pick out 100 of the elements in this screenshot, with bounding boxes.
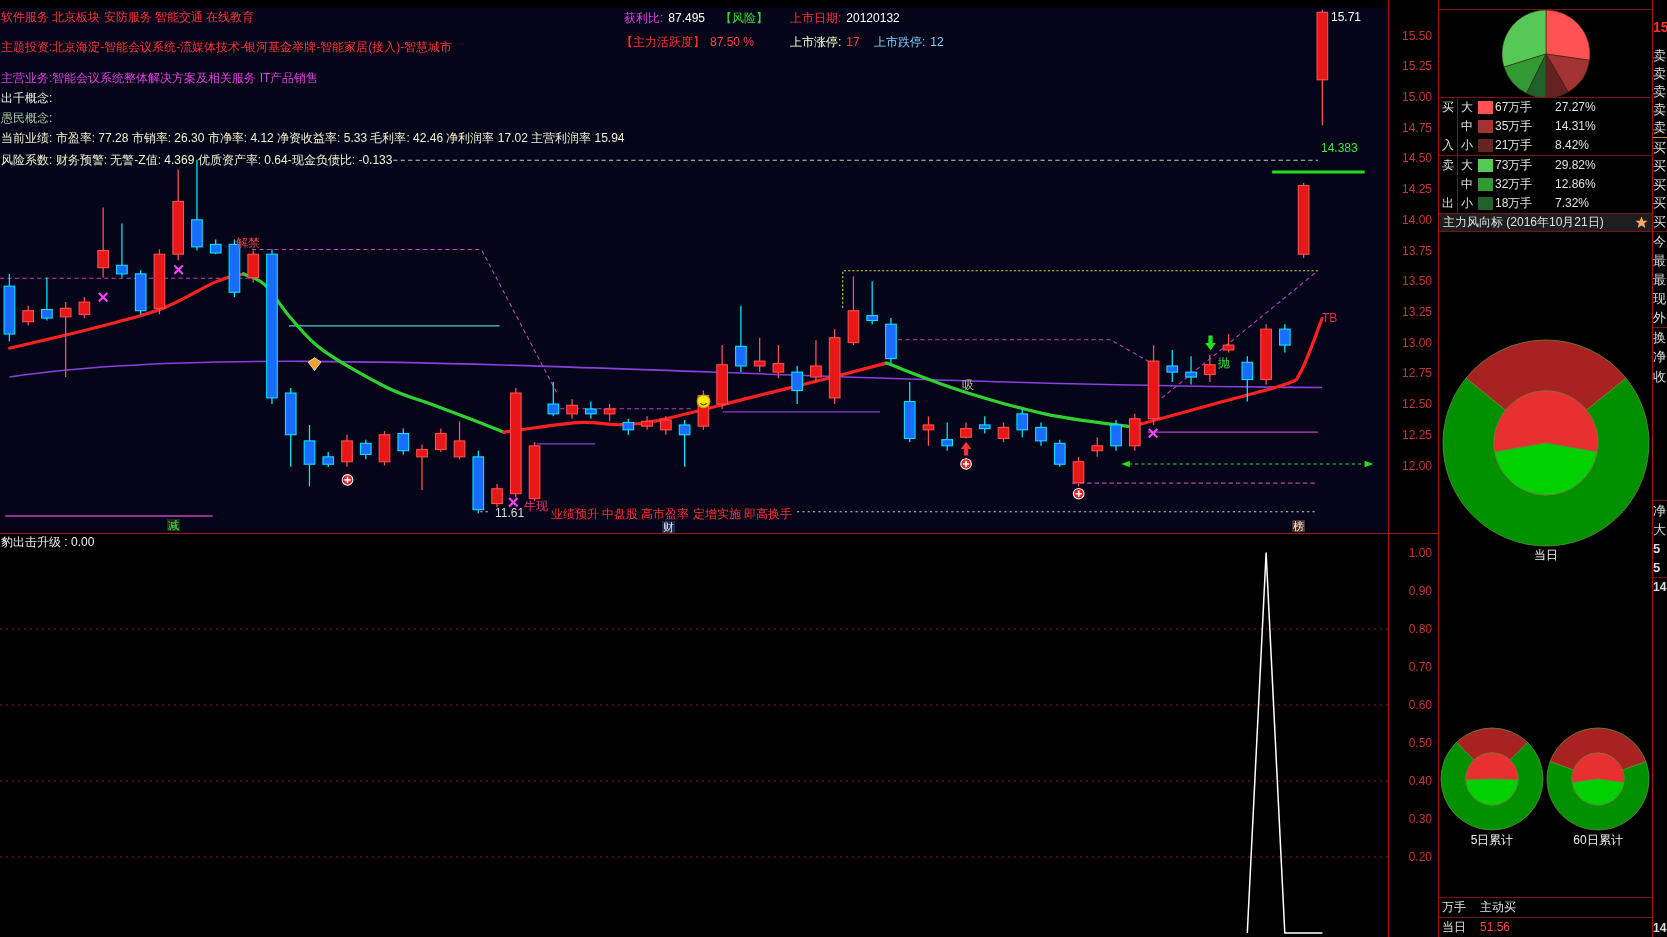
candlestick (960, 421, 972, 440)
percent-text: 14.31% (1555, 119, 1596, 134)
info-text: 愚民概念: (1, 111, 53, 126)
chart-label: 14.383 (1321, 141, 1358, 155)
candlestick (1053, 439, 1066, 468)
smiley-icon (696, 394, 711, 409)
size-label: 中 (1461, 119, 1473, 134)
chart-label: 11.61 (495, 506, 525, 520)
candlestick (622, 418, 635, 436)
axis-label: 13.25 (1401, 304, 1432, 319)
candlestick (1222, 333, 1235, 354)
diamond-icon (307, 357, 322, 371)
candlestick (1128, 413, 1141, 452)
candlestick (491, 483, 503, 508)
edge-label: 买 (1653, 195, 1666, 211)
chart-label: 业绩预升 中盘股 高市盈率 定增实施 即高换手 (551, 509, 792, 520)
candlestick (791, 365, 803, 405)
axis-label: 0.80 (1408, 622, 1432, 636)
candlestick (341, 434, 353, 468)
info-text: 主营业务:智能会议系统整体解决方案及相关服务 IT产品销售 (1, 71, 319, 86)
stat-label: 上市跌停: (874, 35, 926, 50)
amount-text: 73万手 (1495, 158, 1533, 173)
side-label: 入 (1442, 137, 1454, 154)
inner-pie-slice (1465, 778, 1519, 806)
candlestick (528, 441, 541, 502)
plus-circle-icon (960, 458, 972, 470)
percent-text: 12.86% (1555, 177, 1596, 192)
axis-label: 15.00 (1401, 90, 1432, 104)
chart-label: TB (1322, 311, 1338, 325)
candlestick (416, 443, 428, 491)
level-line (536, 443, 596, 445)
chart-label: 吸 (962, 378, 974, 392)
edge-label: 外 (1653, 309, 1666, 325)
chart-label: 解禁 (236, 236, 260, 250)
up-arrow-icon (960, 441, 972, 456)
candlestick (1260, 323, 1272, 386)
edge-label: 买 (1653, 158, 1666, 174)
edge-label: 5 (1653, 560, 1661, 575)
cross-mark-icon (97, 292, 109, 303)
down-arrow-icon (1205, 335, 1216, 351)
stat-label: 获利比: (624, 11, 664, 26)
table-text: 当日 (1442, 920, 1466, 935)
candlestick (978, 415, 991, 435)
info-text: 出千概念: (1, 91, 53, 106)
edge-label: 卖 (1653, 101, 1666, 117)
stat-label: 【风险】 (720, 11, 768, 26)
stat-label: 上市日期: (790, 11, 842, 26)
table-text: 51.56 (1480, 920, 1511, 935)
stat-value: 17 (846, 35, 860, 50)
candlestick (378, 430, 391, 467)
candlestick (303, 424, 316, 487)
axis-label: 12.00 (1401, 458, 1432, 473)
amount-text: 32万手 (1495, 177, 1533, 192)
edge-label: 买 (1653, 176, 1666, 192)
axis-label: 15.50 (1401, 28, 1432, 43)
candlestick (22, 305, 34, 327)
stat-value: 12 (930, 35, 944, 50)
candlestick (1035, 421, 1047, 447)
edge-label: 卖 (1653, 119, 1666, 135)
candlestick (885, 317, 897, 365)
candlestick (1072, 456, 1085, 487)
candlestick (1091, 436, 1104, 458)
size-label: 大 (1461, 100, 1473, 115)
edge-label: 收 (1653, 368, 1666, 384)
axis-label: 15.25 (1401, 59, 1432, 74)
candlestick (1279, 323, 1291, 354)
edge-label: 卖 (1653, 65, 1666, 81)
donut-label: 60日累计 (1573, 833, 1623, 848)
indicator-title: 豹出击升级 : 0.00 (1, 535, 95, 550)
candlestick (866, 280, 879, 325)
candlestick (735, 305, 747, 373)
candlestick (41, 276, 53, 322)
chart-label: 抛 (1218, 356, 1230, 370)
edge-label: 卖 (1653, 47, 1666, 63)
percent-text: 27.27% (1555, 100, 1596, 115)
info-text: 当前业绩: 市盈率: 77.28 市销率: 26.30 市净率: 4.12 净资收益率: 5.33 毛利率: 42.46 净利润率 17.02 主营利润率 15.94 (1, 131, 625, 146)
candlestick (603, 403, 616, 422)
side-label: 出 (1442, 195, 1454, 212)
candlestick (716, 344, 728, 410)
cross-mark-icon (1147, 427, 1159, 439)
axis-label: 0.90 (1408, 584, 1432, 598)
axis-label: 13.00 (1401, 335, 1432, 350)
axis-label: 0.50 (1408, 736, 1432, 750)
percent-text: 8.42% (1555, 138, 1590, 153)
edge-label: 卖 (1653, 83, 1666, 99)
candlestick (434, 427, 447, 453)
candlestick (359, 439, 372, 460)
chart-label: 15.71 (1331, 10, 1362, 24)
info-text: 主题投资:北京海淀-智能会议系统-流媒体技术-银河基金举牌-智能家居(接入)-智慧城市 (1, 40, 453, 55)
axis-label: 12.75 (1401, 366, 1432, 381)
star-icon (1635, 216, 1648, 229)
candlestick (547, 381, 560, 417)
candlestick (134, 269, 147, 316)
axis-label: 0.30 (1408, 812, 1432, 826)
cross-mark-icon (508, 496, 519, 508)
candlestick (322, 451, 335, 468)
candlestick (678, 419, 691, 468)
axis-label: 13.75 (1401, 243, 1432, 258)
candlestick (78, 296, 91, 319)
side-label: 卖 (1442, 157, 1454, 174)
